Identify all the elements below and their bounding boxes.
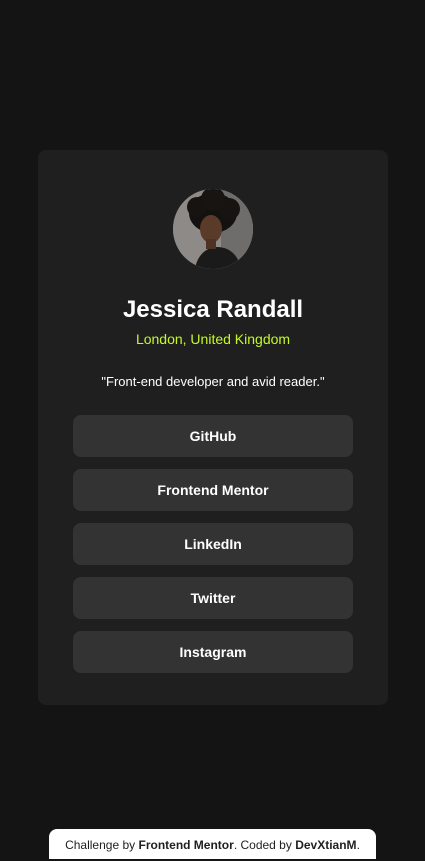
frontend-mentor-link-button[interactable]: Frontend Mentor (73, 469, 353, 511)
profile-location: London, United Kingdom (135, 331, 291, 347)
social-links: GitHub Frontend Mentor LinkedIn Twitter … (73, 415, 353, 685)
profile-name: Jessica Randall (122, 296, 304, 323)
profile-bio: "Front-end developer and avid reader." (101, 374, 325, 389)
instagram-link-button[interactable]: Instagram (73, 631, 353, 673)
attribution-suffix: . (356, 838, 360, 852)
attribution-prefix: Challenge by (65, 838, 136, 852)
github-link-button[interactable]: GitHub (73, 415, 353, 457)
twitter-link-button[interactable]: Twitter (73, 577, 353, 619)
avatar-photo-icon (173, 189, 253, 269)
avatar (173, 189, 253, 269)
author-link[interactable]: DevXtianM (295, 838, 356, 852)
challenge-link[interactable]: Frontend Mentor (138, 838, 233, 852)
profile-card: Jessica Randall London, United Kingdom "… (38, 150, 388, 705)
attribution-middle: . Coded by (233, 838, 292, 852)
linkedin-link-button[interactable]: LinkedIn (73, 523, 353, 565)
